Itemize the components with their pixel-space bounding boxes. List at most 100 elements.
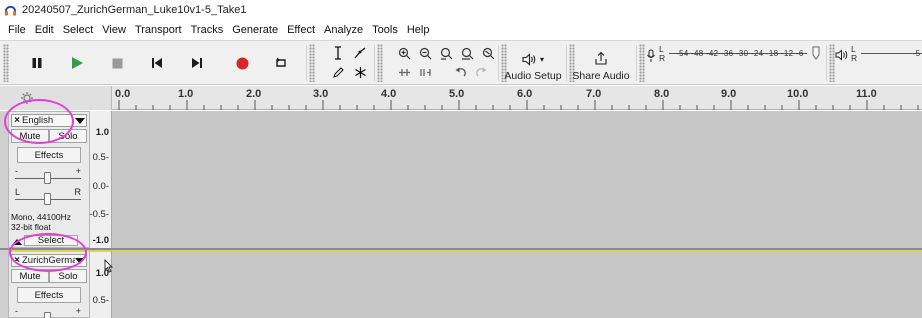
ruler-label: 4.0 <box>381 88 397 100</box>
close-track-icon[interactable]: × <box>12 115 22 126</box>
fit-selection-button[interactable] <box>435 44 457 62</box>
track-name: ZurichGerma <box>22 255 75 266</box>
mute-button[interactable]: Mute <box>11 129 49 143</box>
menu-analyze[interactable]: Analyze <box>324 24 363 36</box>
share-audio-button[interactable]: Share Audio <box>572 44 630 82</box>
zoom-out-button[interactable] <box>414 44 436 62</box>
zoom-in-button[interactable] <box>393 44 415 62</box>
track-format-info: Mono, 44100Hz 32-bit float <box>11 212 71 232</box>
zoom-toggle-icon <box>482 47 494 59</box>
close-track-icon[interactable]: × <box>12 255 22 266</box>
playback-meter-channel-right: R <box>851 53 858 63</box>
menu-effect[interactable]: Effect <box>287 24 315 36</box>
gain-slider-thumb[interactable] <box>44 172 51 184</box>
effects-button[interactable]: Effects <box>17 287 81 303</box>
toolbar-separator <box>374 45 375 81</box>
audio-setup-button[interactable]: ▾ Audio Setup <box>504 44 562 82</box>
menu-select[interactable]: Select <box>63 24 94 36</box>
record-button[interactable] <box>227 47 257 79</box>
scale-label: 0.0- <box>92 181 109 192</box>
skip-to-start-button[interactable] <box>142 47 172 79</box>
menu-file[interactable]: File <box>8 24 26 36</box>
audio-track-english: × English Mute Solo Effects - + L R Mono… <box>0 111 922 248</box>
mouse-cursor-icon <box>104 259 113 273</box>
track-control-panel[interactable]: × English Mute Solo Effects - + L R Mono… <box>8 111 90 248</box>
skip-to-end-button[interactable] <box>182 47 212 79</box>
menu-transport[interactable]: Transport <box>135 24 182 36</box>
skip-to-start-icon <box>152 58 162 68</box>
stop-button[interactable] <box>102 47 132 79</box>
ruler-label: 5.0 <box>449 88 465 100</box>
menu-edit[interactable]: Edit <box>35 24 54 36</box>
ruler-label: 9.0 <box>721 88 737 100</box>
meter-toolbar-grip[interactable] <box>639 44 645 82</box>
fit-project-button[interactable] <box>456 44 478 62</box>
ruler-label: 10.0 <box>787 88 809 100</box>
menu-tracks[interactable]: Tracks <box>191 24 224 36</box>
meter-slider-thumb-icon[interactable] <box>812 46 820 60</box>
loop-icon <box>276 57 286 67</box>
collapse-track-icon[interactable] <box>12 239 22 245</box>
play-button[interactable] <box>62 47 92 79</box>
menu-view[interactable]: View <box>102 24 126 36</box>
edit-toolbar-grip[interactable] <box>377 44 383 82</box>
scale-label: -1.0 <box>92 235 109 246</box>
menu-tools[interactable]: Tools <box>372 24 398 36</box>
vertical-scale[interactable]: 1.0 0.5- 0.0- -0.5- -1.0 <box>89 111 112 248</box>
scale-label: -0.5- <box>89 209 109 220</box>
gain-slider[interactable]: - + <box>13 166 83 184</box>
track-left-strip <box>0 250 8 318</box>
pause-button[interactable] <box>22 47 52 79</box>
waveform-area[interactable] <box>112 250 922 318</box>
zoom-selection-icon <box>440 47 452 60</box>
ruler-label: 0.0 <box>115 88 131 100</box>
silence-audio-button[interactable] <box>414 63 436 81</box>
loop-button[interactable] <box>266 47 296 79</box>
chevron-down-icon: ▾ <box>539 55 544 64</box>
track-left-strip <box>0 111 8 248</box>
track-name-button[interactable]: × English <box>11 114 87 127</box>
playback-speaker-icon[interactable] <box>835 49 849 61</box>
microphone-icon[interactable] <box>646 49 656 63</box>
effects-button[interactable]: Effects <box>17 147 81 163</box>
toolbar: ▾ Audio Setup Share Audio L R -54 -48 -4… <box>0 40 922 85</box>
solo-button[interactable]: Solo <box>49 269 87 283</box>
select-track-button[interactable]: Select <box>24 235 78 246</box>
waveform-area[interactable] <box>112 111 922 248</box>
transport-toolbar-grip[interactable] <box>3 44 9 82</box>
mute-solo-row: Mute Solo <box>11 129 87 143</box>
audio-track-zurich-german: × ZurichGerma Mute Solo Effects - + 1.0 … <box>0 250 922 318</box>
track-menu-arrow-icon[interactable] <box>75 117 85 124</box>
menu-generate[interactable]: Generate <box>232 24 278 36</box>
track-control-panel[interactable]: × ZurichGerma Mute Solo Effects - + <box>8 250 90 318</box>
tools-toolbar-grip[interactable] <box>309 44 315 82</box>
envelope-tool-button[interactable] <box>349 44 371 62</box>
undo-button[interactable] <box>449 63 471 81</box>
gain-minus-label: - <box>15 306 18 316</box>
timeline-ruler[interactable]: 0.0 1.0 2.0 3.0 4.0 5.0 6.0 7.0 8.0 9.0 … <box>0 86 922 110</box>
audio-setup-label: Audio Setup <box>504 70 562 82</box>
trim-audio-button[interactable] <box>393 63 415 81</box>
multi-tool-button[interactable] <box>349 63 371 81</box>
gain-slider-thumb[interactable] <box>44 312 51 318</box>
gain-plus-label: + <box>75 166 81 176</box>
pan-slider[interactable]: L R <box>13 187 83 205</box>
gain-slider[interactable]: - + <box>13 306 83 318</box>
track-menu-arrow-icon[interactable] <box>75 257 85 264</box>
solo-button[interactable]: Solo <box>49 129 87 143</box>
zoom-toggle-button[interactable] <box>477 44 499 62</box>
menu-help[interactable]: Help <box>407 24 430 36</box>
selection-tool-button[interactable] <box>327 44 349 62</box>
scale-label: 1.0 <box>95 127 109 138</box>
pan-slider-thumb[interactable] <box>44 193 51 205</box>
menu-bar: File Edit Select View Transport Tracks G… <box>0 20 922 39</box>
draw-tool-button[interactable] <box>327 63 349 81</box>
share-upload-icon <box>595 51 607 65</box>
mute-button[interactable]: Mute <box>11 269 49 283</box>
track-name-button[interactable]: × ZurichGerma <box>11 254 87 267</box>
stop-icon <box>112 58 122 68</box>
ruler-label: 11.0 <box>856 88 877 100</box>
redo-button[interactable] <box>470 63 492 81</box>
undo-icon <box>455 67 466 77</box>
ruler-label: 2.0 <box>246 88 262 100</box>
